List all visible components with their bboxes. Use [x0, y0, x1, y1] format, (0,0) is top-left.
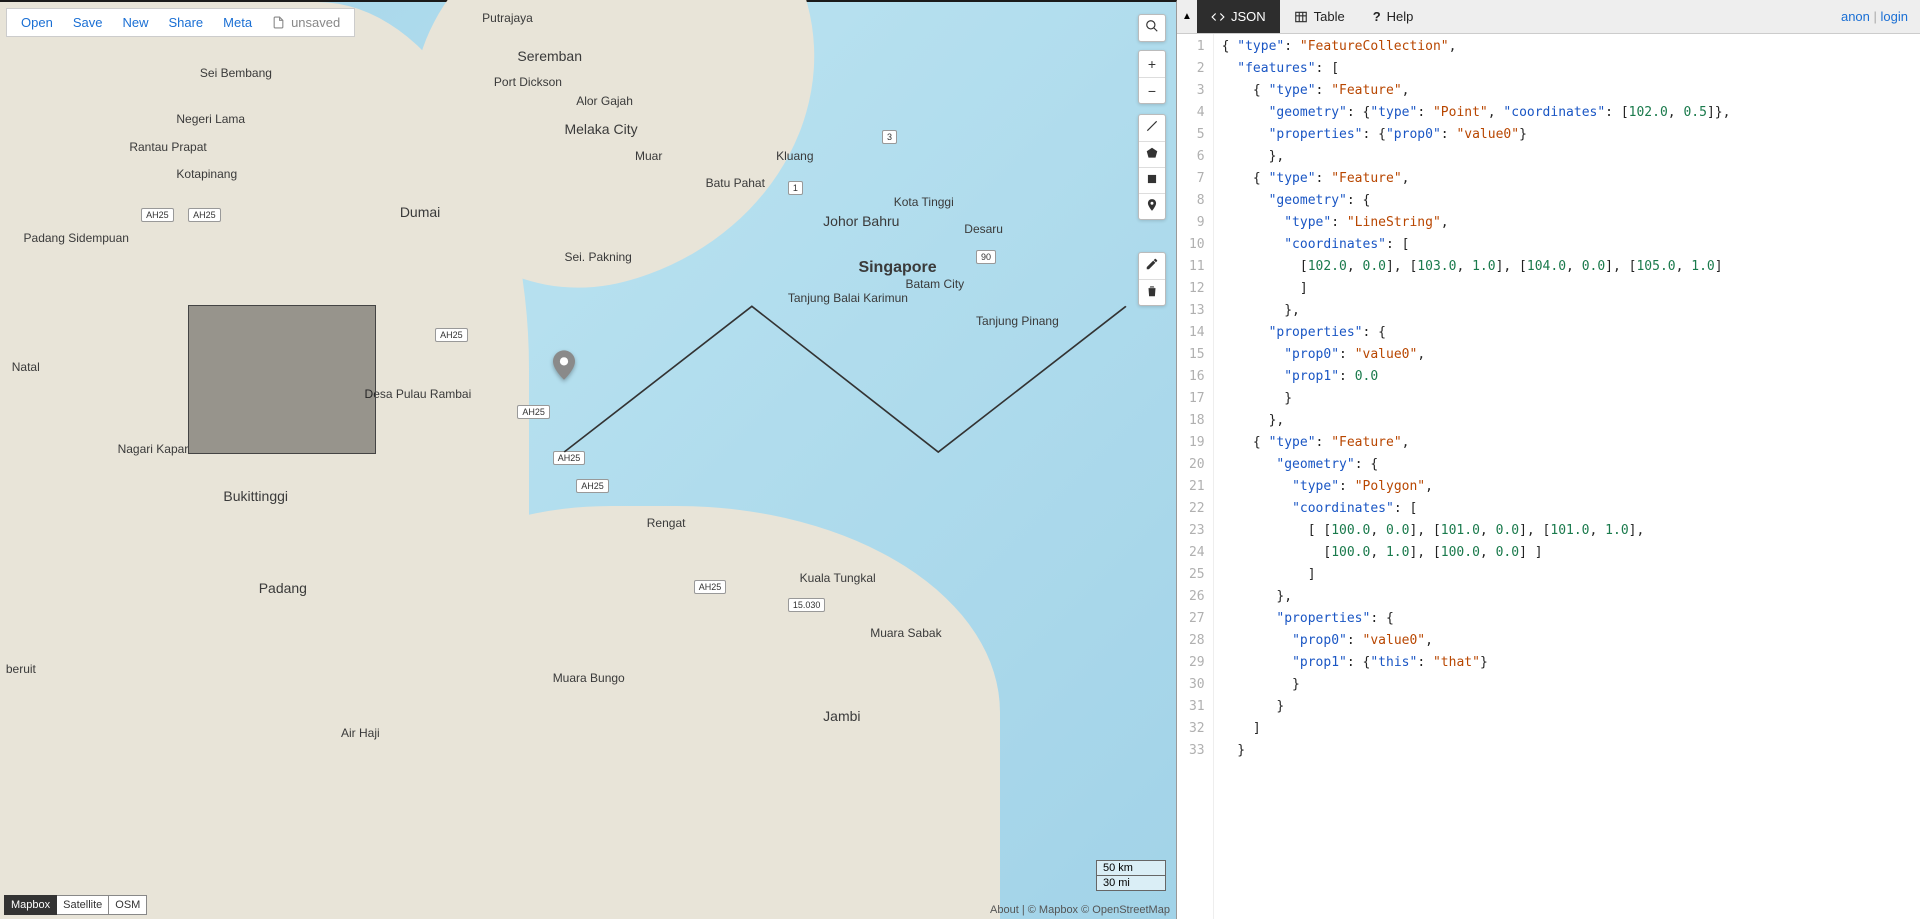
- tab-json[interactable]: JSON: [1197, 0, 1280, 33]
- layer-mapbox[interactable]: Mapbox: [4, 895, 57, 915]
- help-icon: ?: [1373, 9, 1381, 24]
- shield-ah25: AH25: [517, 405, 550, 419]
- about-link[interactable]: About: [990, 904, 1019, 916]
- label-kota-tinggi: Kota Tinggi: [894, 195, 954, 209]
- label-tanjung-balai: Tanjung Balai Karimun: [788, 291, 908, 305]
- line-icon: [1145, 119, 1159, 133]
- anon-link[interactable]: anon: [1841, 9, 1870, 24]
- marker-icon: [1145, 198, 1159, 212]
- rectangle-icon: [1145, 172, 1159, 186]
- shield-ah25: AH25: [435, 328, 468, 342]
- trash-icon: [1145, 284, 1159, 298]
- shield-ah25: AH25: [694, 580, 727, 594]
- search-icon: [1145, 19, 1159, 33]
- collapse-panel-button[interactable]: ▲: [1177, 11, 1197, 22]
- shield-15030: 15.030: [788, 598, 826, 612]
- label-batam: Batam City: [905, 277, 964, 291]
- map-tiles[interactable]: Putrajaya Seremban Port Dickson Alor Gaj…: [0, 2, 1176, 919]
- edit-button[interactable]: [1139, 253, 1165, 279]
- map-zoom-control: + −: [1138, 50, 1166, 104]
- scale-bar: 50 km 30 mi: [1096, 860, 1166, 891]
- tab-help[interactable]: ? Help: [1359, 0, 1428, 33]
- draw-line-button[interactable]: [1139, 115, 1165, 141]
- osm-attrib[interactable]: © OpenStreetMap: [1081, 904, 1170, 916]
- editor-tabs: ▲ JSON Table ? Help anon | login: [1177, 0, 1920, 34]
- map-search-control: [1138, 14, 1166, 42]
- shield-3: 3: [882, 130, 897, 144]
- shield-ah25: AH25: [141, 208, 174, 222]
- table-icon: [1294, 10, 1308, 24]
- draw-polygon-button[interactable]: [1139, 141, 1165, 167]
- shield-90: 90: [976, 250, 996, 264]
- label-johor-bahru: Johor Bahru: [823, 213, 899, 229]
- search-button[interactable]: [1139, 15, 1165, 41]
- zoom-in-button[interactable]: +: [1139, 51, 1165, 77]
- map-attribution: About | © Mapbox © OpenStreetMap: [990, 904, 1170, 916]
- save-link[interactable]: Save: [63, 11, 113, 34]
- scale-mi: 30 mi: [1096, 876, 1166, 891]
- map-pane[interactable]: Putrajaya Seremban Port Dickson Alor Gaj…: [0, 0, 1177, 919]
- shield-ah25: AH25: [576, 479, 609, 493]
- file-icon: [272, 16, 285, 29]
- label-singapore: Singapore: [858, 259, 936, 277]
- shield-ah25: AH25: [553, 451, 586, 465]
- map-draw-control: [1138, 114, 1166, 220]
- line-gutter: 1234567891011121314151617181920212223242…: [1177, 34, 1214, 919]
- label-desaru: Desaru: [964, 222, 1003, 236]
- code-icon: [1211, 10, 1225, 24]
- new-link[interactable]: New: [112, 11, 158, 34]
- json-editor[interactable]: 1234567891011121314151617181920212223242…: [1177, 34, 1920, 919]
- open-link[interactable]: Open: [11, 11, 63, 34]
- draw-rectangle-button[interactable]: [1139, 167, 1165, 193]
- map-edit-control: [1138, 252, 1166, 306]
- shield-ah25: AH25: [188, 208, 221, 222]
- zoom-out-button[interactable]: −: [1139, 77, 1165, 103]
- meta-link[interactable]: Meta: [213, 11, 262, 34]
- polygon-icon: [1145, 146, 1159, 160]
- file-bar: Open Save New Share Meta unsaved: [6, 8, 355, 37]
- layer-satellite[interactable]: Satellite: [57, 895, 109, 915]
- editor-pane: ▲ JSON Table ? Help anon | login 1234567…: [1177, 0, 1920, 919]
- delete-button[interactable]: [1139, 279, 1165, 305]
- login-link[interactable]: login: [1881, 9, 1908, 24]
- layer-switcher: Mapbox Satellite OSM: [4, 895, 147, 915]
- tab-table[interactable]: Table: [1280, 0, 1359, 33]
- mapbox-attrib[interactable]: © Mapbox: [1028, 904, 1078, 916]
- edit-icon: [1145, 257, 1159, 271]
- share-link[interactable]: Share: [158, 11, 213, 34]
- label-tanjung-pinang: Tanjung Pinang: [976, 314, 1059, 328]
- code-content[interactable]: { "type": "FeatureCollection", "features…: [1214, 34, 1739, 919]
- draw-marker-button[interactable]: [1139, 193, 1165, 219]
- unsaved-indicator: unsaved: [262, 11, 350, 34]
- auth-area: anon | login: [1841, 9, 1920, 24]
- shield-1: 1: [788, 181, 803, 195]
- scale-km: 50 km: [1096, 860, 1166, 876]
- layer-osm[interactable]: OSM: [109, 895, 147, 915]
